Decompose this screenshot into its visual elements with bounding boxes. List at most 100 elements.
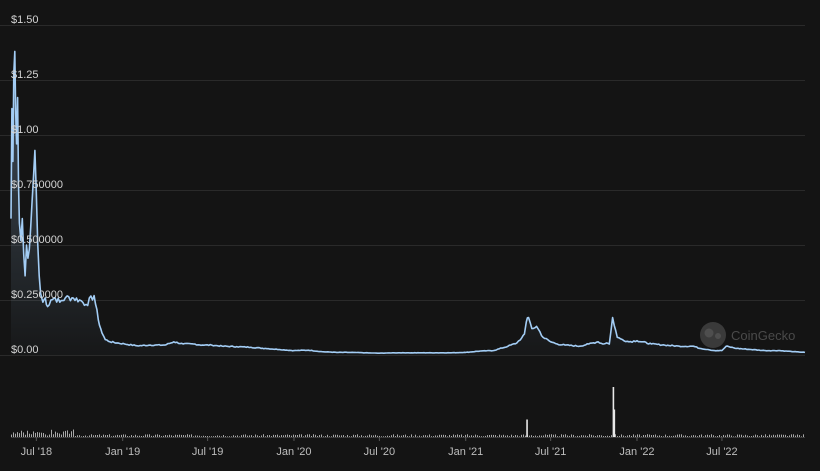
volume-bar [241, 435, 242, 437]
y-tick-label: $0.250000 [11, 289, 63, 301]
volume-bar [767, 435, 768, 437]
x-axis-labels: Jul '18 Jan '19 Jul '19 Jan '20 Jul '20 Jan '… [21, 437, 738, 458]
volume-bar [283, 435, 284, 437]
volume-bar [139, 435, 140, 437]
volume-bar [585, 435, 586, 437]
volume-bar [169, 434, 170, 437]
volume-bar [599, 435, 600, 437]
volume-bar [687, 435, 688, 437]
volume-bar [541, 435, 542, 437]
volume-bar [365, 435, 366, 437]
volume-bar [251, 435, 252, 437]
volume-bar [325, 436, 326, 437]
volume-bar [603, 436, 604, 437]
volume-bar [11, 434, 12, 437]
volume-bar [371, 435, 372, 437]
volume-bar [761, 434, 762, 437]
volume-bar [277, 434, 278, 437]
volume-bar [593, 435, 594, 437]
volume-bar [345, 436, 346, 437]
volume-bar [521, 434, 522, 437]
volume-bar [141, 435, 142, 437]
volume-bar [703, 436, 704, 437]
volume-bar [445, 435, 446, 437]
volume-bar [457, 434, 458, 437]
volume-bar [229, 436, 230, 437]
volume-bar [643, 434, 644, 437]
volume-bar [213, 436, 214, 437]
volume-bar [111, 436, 112, 437]
volume-bar [665, 434, 666, 437]
volume-bar [473, 435, 474, 437]
volume-bar [395, 436, 396, 437]
x-tick-label: Jul '22 [706, 446, 737, 458]
volume-bar [575, 436, 576, 437]
volume-bar [151, 435, 152, 437]
volume-bar [43, 432, 44, 437]
volume-bar [755, 434, 756, 437]
volume-bar [349, 436, 350, 437]
volume-bar [501, 435, 502, 437]
volume-bar [459, 435, 460, 437]
volume-bar [35, 432, 36, 437]
volume-bar [391, 435, 392, 437]
volume-bar [305, 435, 306, 437]
volume-bar [653, 434, 654, 437]
volume-bar [509, 436, 510, 437]
y-tick-label: $0.00 [11, 344, 39, 356]
volume-bar [491, 434, 492, 437]
volume-bar [669, 435, 670, 437]
volume-bar [657, 435, 658, 437]
volume-bar [259, 436, 260, 437]
volume-bar [339, 435, 340, 437]
volume-bar [243, 434, 244, 437]
volume-bar [631, 435, 632, 437]
volume-bar [215, 435, 216, 437]
volume-bar [551, 434, 552, 437]
volume-bar [469, 435, 470, 437]
volume-bar [675, 435, 676, 437]
volume-bar [725, 435, 726, 437]
volume-bar [45, 434, 46, 437]
volume-bar [777, 434, 778, 437]
volume-bar [77, 435, 78, 437]
volume-bar [525, 435, 526, 437]
volume-bar [573, 434, 574, 437]
volume-bar [273, 434, 274, 437]
volume-bar [489, 434, 490, 437]
volume-bar [117, 434, 118, 437]
volume-bar [493, 434, 494, 437]
volume-bar [401, 435, 402, 437]
volume-bar [741, 434, 742, 437]
volume-bar [561, 434, 562, 437]
volume-bar [315, 434, 316, 437]
volume-bar [415, 434, 416, 437]
volume-bar [517, 435, 518, 437]
volume-bar [559, 436, 560, 437]
volume-bar [719, 435, 720, 437]
volume-bar [331, 436, 332, 437]
volume-bar [219, 435, 220, 437]
volume-bar [333, 434, 334, 437]
volume-bar [519, 436, 520, 437]
volume-bar [693, 435, 694, 437]
volume-bar [13, 432, 14, 437]
volume-bar [157, 434, 158, 437]
y-tick-label: $1.25 [11, 69, 39, 81]
volume-bar [611, 435, 612, 437]
volume-bar [619, 435, 620, 437]
volume-bar [267, 435, 268, 437]
volume-bar [437, 435, 438, 437]
volume-bar [801, 436, 802, 437]
volume-bar [143, 435, 144, 437]
volume-bar [361, 435, 362, 437]
volume-bar [249, 435, 250, 437]
volume-bar [63, 431, 64, 437]
volume-bar [99, 434, 100, 437]
volume-bar [389, 435, 390, 437]
volume-bar [73, 429, 74, 437]
x-tick-label: Jan '22 [619, 446, 654, 458]
volume-bar [795, 435, 796, 437]
volume-bar [155, 434, 156, 437]
volume-bar [735, 436, 736, 437]
